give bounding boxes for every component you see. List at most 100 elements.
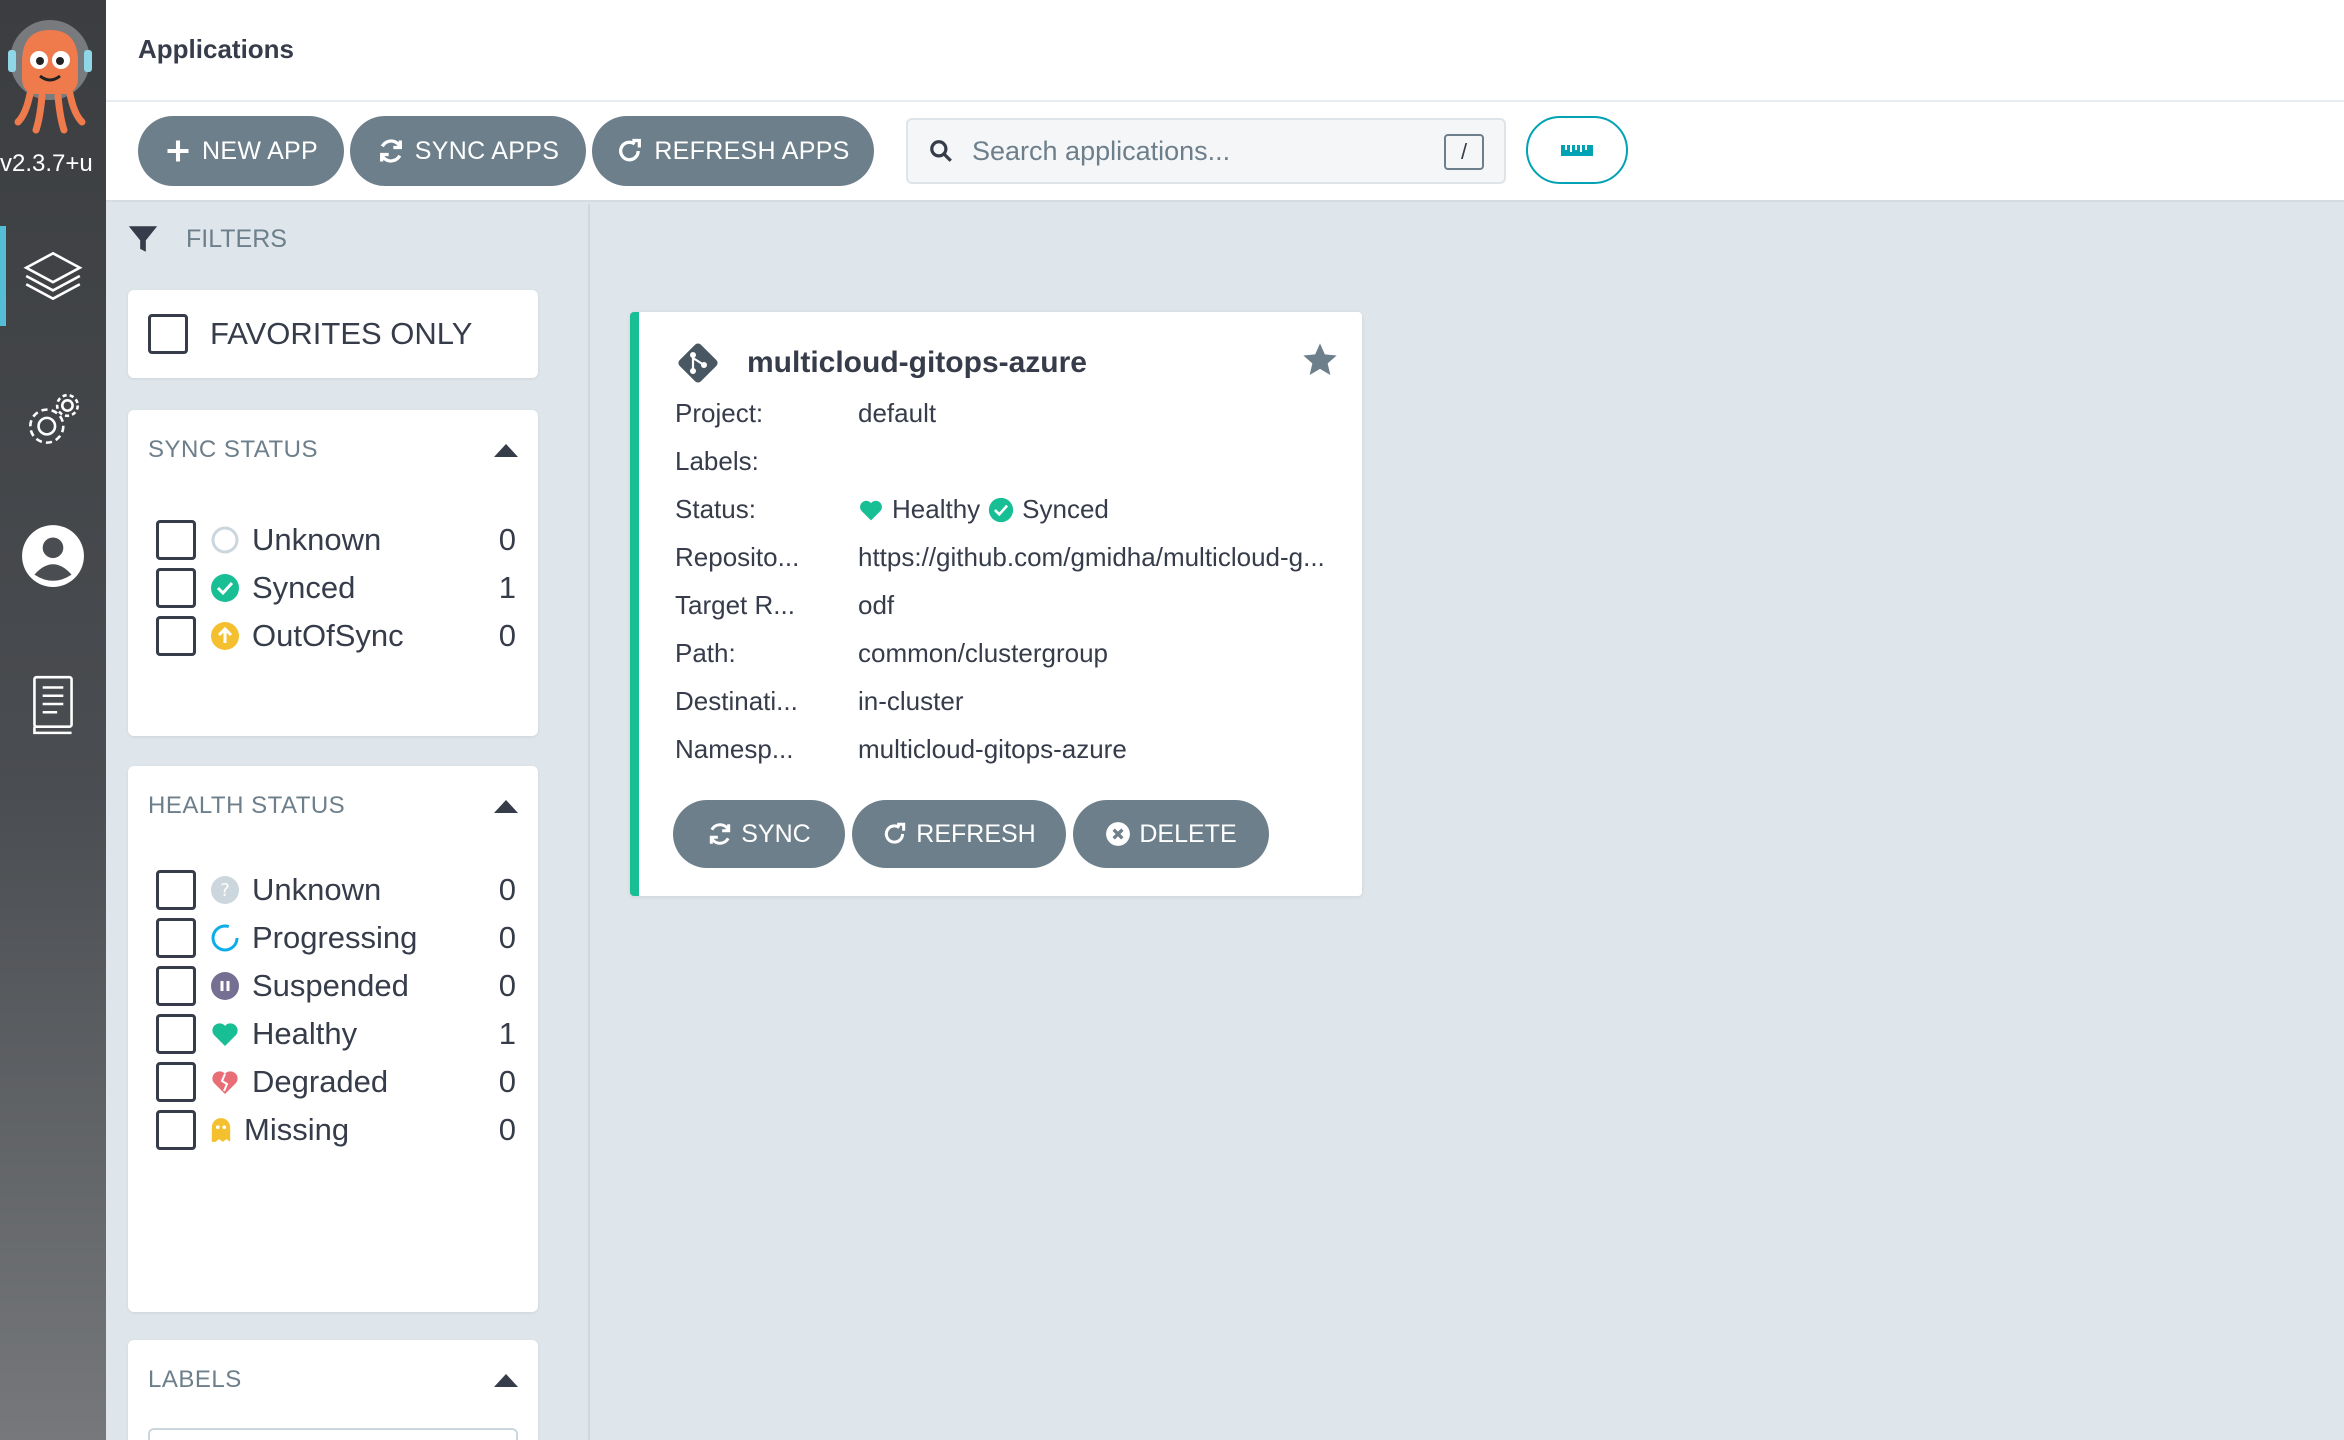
close-circle-icon	[1106, 822, 1131, 846]
arrow-up-circle-icon	[211, 622, 239, 650]
field-value: in-cluster	[858, 686, 964, 716]
view-toggle-button[interactable]	[1526, 116, 1628, 184]
health-filter-progressing[interactable]: Progressing 0	[156, 916, 516, 960]
nav-item-documentation[interactable]	[0, 654, 106, 754]
field-destination: Destinati... in-cluster	[675, 686, 1355, 717]
search-box[interactable]: /	[906, 118, 1506, 184]
sync-label: SYNC	[741, 819, 811, 848]
sync-synced-checkbox[interactable]	[156, 568, 196, 608]
refresh-icon	[619, 138, 642, 162]
favorites-only-checkbox[interactable]	[148, 314, 188, 354]
field-status: Status: Healthy Synced	[675, 494, 1355, 525]
collapse-labels-caret[interactable]	[494, 1374, 518, 1387]
user-icon	[22, 525, 84, 587]
sync-outofsync-checkbox[interactable]	[156, 616, 196, 656]
filter-label: Healthy	[252, 1016, 358, 1051]
refresh-apps-label: REFRESH APPS	[654, 136, 850, 165]
repository-link[interactable]: https://github.com/gmidha/multicloud-g..…	[858, 542, 1348, 573]
health-status-title: HEALTH STATUS	[148, 792, 346, 819]
field-value: default	[858, 398, 937, 428]
sync-unknown-checkbox[interactable]	[156, 520, 196, 560]
field-path: Path: common/clustergroup	[675, 638, 1355, 669]
search-input[interactable]	[972, 135, 1402, 167]
filter-label: Degraded	[252, 1064, 389, 1099]
filter-label: Suspended	[252, 968, 409, 1003]
field-key: Reposito...	[675, 542, 800, 572]
gears-icon	[29, 393, 80, 444]
labels-input[interactable]	[148, 1428, 518, 1440]
ruler-icon	[1561, 145, 1593, 156]
field-key: Namesp...	[675, 734, 794, 764]
question-circle-icon: ?	[211, 876, 239, 904]
field-value: multicloud-gitops-azure	[858, 734, 1127, 764]
application-name[interactable]: multicloud-gitops-azure	[747, 346, 1087, 380]
health-degraded-checkbox[interactable]	[156, 1062, 196, 1102]
sync-filter-unknown[interactable]: Unknown 0	[156, 518, 516, 562]
health-unknown-checkbox[interactable]	[156, 870, 196, 910]
field-key: Target R...	[675, 590, 795, 620]
field-key: Project:	[675, 398, 764, 428]
health-filter-suspended[interactable]: Suspended 0	[156, 964, 516, 1008]
health-filter-unknown[interactable]: ? Unknown 0	[156, 868, 516, 912]
refresh-label: REFRESH	[916, 819, 1036, 848]
collapse-sync-status-caret[interactable]	[494, 444, 518, 457]
circle-outline-icon	[211, 526, 239, 554]
filters-header: FILTERS	[126, 222, 287, 256]
health-filter-degraded[interactable]: Degraded 0	[156, 1060, 516, 1104]
favorites-only-label: FAVORITES ONLY	[210, 316, 473, 351]
filters-panel: FILTERS FAVORITES ONLY SYNC STATUS Unkno…	[106, 204, 590, 1440]
favorites-only-filter[interactable]: FAVORITES ONLY	[128, 290, 538, 378]
filter-label: Unknown	[252, 872, 382, 907]
filter-count: 1	[498, 570, 516, 605]
sync-status-section: SYNC STATUS Unknown 0 Synced 1 OutOfSync…	[128, 410, 538, 736]
filter-count: 0	[498, 522, 516, 557]
health-suspended-checkbox[interactable]	[156, 966, 196, 1006]
field-value: Healthy Synced	[858, 494, 1348, 525]
filter-label: Synced	[252, 570, 356, 605]
delete-button[interactable]: DELETE	[1073, 800, 1269, 868]
heart-icon	[212, 1023, 238, 1046]
filter-count: 0	[498, 618, 516, 653]
sync-button[interactable]: SYNC	[673, 800, 845, 868]
labels-section: LABELS	[128, 1340, 538, 1440]
field-value: common/clustergroup	[858, 638, 1108, 668]
field-key: Path:	[675, 638, 736, 668]
nav-item-user-info[interactable]	[0, 506, 106, 606]
nav-item-applications[interactable]	[0, 226, 106, 326]
delete-label: DELETE	[1139, 819, 1237, 848]
field-value: odf	[858, 590, 895, 620]
field-labels: Labels:	[675, 446, 1355, 477]
application-tile[interactable]: multicloud-gitops-azure Project: default…	[630, 312, 1362, 896]
collapse-health-status-caret[interactable]	[494, 800, 518, 813]
broken-heart-icon	[212, 1071, 238, 1094]
health-filter-healthy[interactable]: Healthy 1	[156, 1012, 516, 1056]
ghost-icon	[211, 1118, 231, 1142]
filter-count: 0	[498, 1064, 516, 1099]
health-missing-checkbox[interactable]	[156, 1110, 196, 1150]
pause-circle-icon	[211, 972, 239, 1000]
toolbar: NEW APP SYNC APPS REFRESH APPS /	[106, 102, 2344, 202]
health-healthy-checkbox[interactable]	[156, 1014, 196, 1054]
health-filter-missing[interactable]: Missing 0	[156, 1108, 516, 1152]
filter-label: Progressing	[252, 920, 418, 955]
filter-label: Missing	[244, 1112, 350, 1147]
argo-logo[interactable]	[4, 18, 96, 138]
field-key: Labels:	[675, 446, 759, 476]
sync-apps-button[interactable]: SYNC APPS	[350, 116, 586, 186]
nav-item-settings[interactable]	[0, 372, 106, 472]
sync-filter-outofsync[interactable]: OutOfSync 0	[156, 614, 516, 658]
filters-title: FILTERS	[186, 224, 287, 253]
field-target-revision: Target R... odf	[675, 590, 1355, 621]
favorite-star-icon[interactable]	[1300, 340, 1340, 380]
filter-count: 0	[498, 968, 516, 1003]
new-app-button[interactable]: NEW APP	[138, 116, 344, 186]
health-status-section: HEALTH STATUS ? Unknown 0 Progressing 0 …	[128, 766, 538, 1312]
filter-label: OutOfSync	[252, 618, 404, 653]
sync-filter-synced[interactable]: Synced 1	[156, 566, 516, 610]
filter-count: 0	[498, 920, 516, 955]
refresh-button[interactable]: REFRESH	[852, 800, 1066, 868]
filter-count: 0	[498, 1112, 516, 1147]
refresh-apps-button[interactable]: REFRESH APPS	[592, 116, 874, 186]
health-progressing-checkbox[interactable]	[156, 918, 196, 958]
version-label: v2.3.7+u	[0, 150, 93, 177]
